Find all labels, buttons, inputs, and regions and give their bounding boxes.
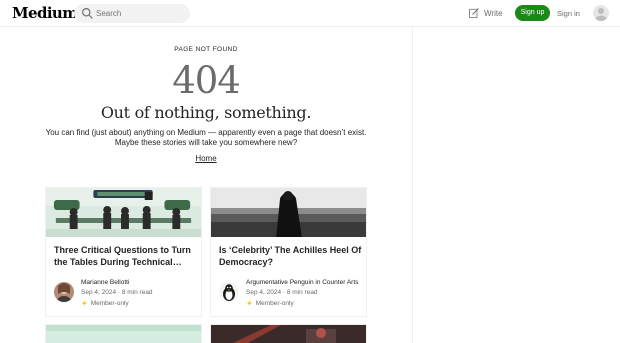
story-card[interactable]: [45, 324, 202, 343]
error-eyebrow: PAGE NOT FOUND: [174, 46, 238, 53]
story-thumbnail: [46, 188, 201, 237]
author-avatar[interactable]: [54, 282, 74, 302]
story-card[interactable]: Three Critical Questions to Turn the Tab…: [45, 187, 202, 317]
penguin-icon: [219, 282, 239, 302]
search-icon: [82, 8, 93, 19]
story-title[interactable]: Is ‘Celebrity’ The Achilles Heel Of Demo…: [219, 245, 364, 268]
avatar[interactable]: [593, 5, 609, 21]
story-date: Sep 4, 2024 · 8 min read: [81, 289, 153, 296]
error-description: You can find (just about) anything on Me…: [0, 128, 412, 148]
story-card[interactable]: [210, 324, 367, 343]
author-photo: [54, 282, 74, 302]
story-card[interactable]: Is ‘Celebrity’ The Achilles Heel Of Demo…: [210, 187, 367, 317]
story-thumbnail: [211, 188, 366, 237]
sign-up-button[interactable]: Sign up: [515, 5, 550, 21]
home-link-text[interactable]: Home: [195, 154, 216, 163]
star-icon: ✦: [81, 299, 88, 308]
member-only-badge: ✦ Member-only: [81, 299, 129, 308]
author-avatar[interactable]: [219, 282, 239, 302]
write-icon: [469, 8, 479, 18]
top-nav: Medium Write Sign up Sign in: [0, 0, 620, 27]
star-icon: ✦: [246, 299, 253, 308]
user-icon: [595, 8, 607, 21]
error-description-line-2: Maybe these stories will take you somewh…: [114, 138, 298, 147]
error-headline: Out of nothing, something.: [100, 103, 312, 122]
write-button[interactable]: Write: [468, 6, 503, 20]
search-input[interactable]: [96, 6, 184, 21]
search-box[interactable]: [74, 4, 190, 23]
member-only-label: Member-only: [90, 300, 129, 307]
author-name[interactable]: Marianne Bellotti: [81, 279, 129, 286]
member-only-label: Member-only: [255, 300, 294, 307]
error-description-line-1: You can find (just about) anything on Me…: [45, 128, 367, 137]
author-name[interactable]: Argumentative Penguin in Counter Arts: [246, 279, 358, 286]
member-only-badge: ✦ Member-only: [246, 299, 294, 308]
story-date: Sep 4, 2024 · 8 min read: [246, 289, 318, 296]
sign-in-link[interactable]: Sign in: [557, 9, 580, 18]
sidebar-divider: [412, 27, 413, 343]
medium-logo[interactable]: Medium: [12, 4, 78, 22]
story-thumbnail: [46, 325, 201, 343]
story-thumbnail: [211, 325, 366, 343]
home-link: Home: [0, 154, 412, 163]
error-code: 404: [172, 59, 241, 102]
story-title[interactable]: Three Critical Questions to Turn the Tab…: [54, 245, 199, 268]
write-label: Write: [484, 8, 503, 18]
